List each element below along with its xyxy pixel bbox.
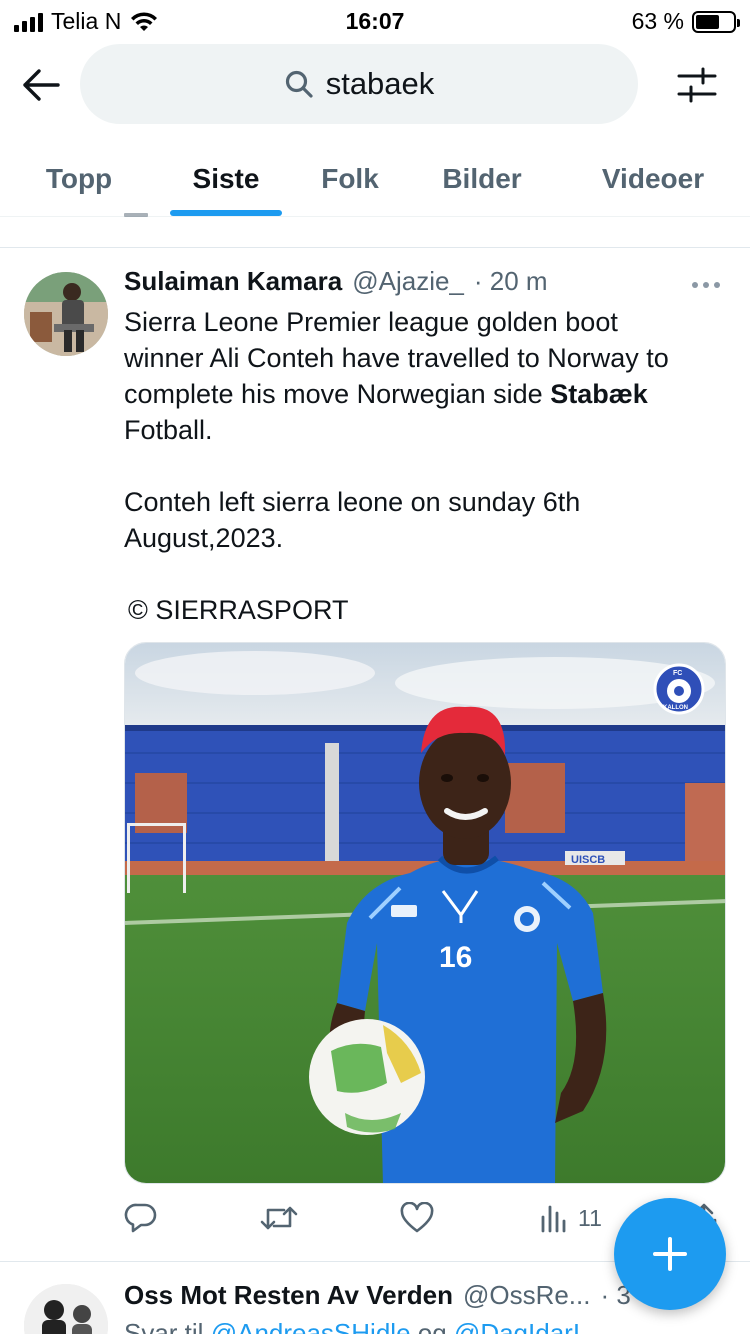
back-button[interactable] bbox=[18, 62, 64, 108]
avatar[interactable] bbox=[24, 1284, 108, 1334]
reply-and: og bbox=[417, 1318, 447, 1334]
mention-link[interactable]: @DagIdarI bbox=[454, 1318, 580, 1334]
reply-prefix: Svar til bbox=[124, 1318, 204, 1334]
tweet-header: Sulaiman Kamara @Ajazie_ · 20 m bbox=[124, 266, 548, 304]
filter-button[interactable] bbox=[674, 62, 720, 108]
tweet-text-span: complete his move Norwegian side bbox=[124, 379, 551, 409]
reply-button[interactable] bbox=[124, 1198, 158, 1238]
heart-icon bbox=[400, 1202, 434, 1233]
tweet-text: Sierra Leone Premier league golden boot … bbox=[124, 304, 724, 628]
tweet-line: complete his move Norwegian side Stabæk bbox=[124, 376, 724, 412]
tweet-blank-line bbox=[124, 556, 724, 592]
tweet-line: winner Ali Conteh have travelled to Norw… bbox=[124, 343, 669, 373]
reply-icon bbox=[124, 1203, 157, 1233]
status-bar: Telia N 16:07 63 % bbox=[0, 0, 750, 42]
search-tabs: Topp Siste Folk Bilder Videoer bbox=[0, 140, 750, 217]
plus-icon bbox=[653, 1237, 687, 1271]
tweet-line: Conteh left sierra leone on sunday 6th bbox=[124, 487, 581, 517]
author-handle[interactable]: @Ajazie_ bbox=[352, 266, 464, 297]
active-tab-indicator bbox=[170, 210, 282, 216]
badge-top-text: FC bbox=[673, 670, 682, 677]
views-count: 11 bbox=[578, 1204, 602, 1231]
compose-tweet-button[interactable] bbox=[614, 1198, 726, 1310]
tweet-line: © SIERRASPORT bbox=[128, 595, 349, 625]
banner-text: UISCB bbox=[571, 854, 605, 866]
more-options-button[interactable] bbox=[692, 278, 724, 292]
like-button[interactable] bbox=[400, 1198, 434, 1238]
author-name[interactable]: Oss Mot Resten Av Verden bbox=[124, 1280, 453, 1311]
battery-percent: 63 % bbox=[631, 8, 684, 34]
author-handle[interactable]: @OssRe... bbox=[463, 1280, 591, 1311]
tab-siste[interactable]: Siste bbox=[170, 140, 282, 217]
avatar[interactable] bbox=[24, 272, 108, 356]
tab-bilder[interactable]: Bilder bbox=[424, 140, 540, 217]
tab-videoer[interactable]: Videoer bbox=[584, 140, 722, 217]
mention-link[interactable]: @AndreasSHidle bbox=[211, 1318, 411, 1334]
author-name[interactable]: Sulaiman Kamara bbox=[124, 266, 342, 297]
search-icon bbox=[285, 70, 313, 98]
tab-folk[interactable]: Folk bbox=[306, 140, 394, 217]
previous-tweet-edge bbox=[124, 213, 148, 217]
highlighted-search-term: Stabæk bbox=[550, 379, 648, 409]
tweet-header: Oss Mot Resten Av Verden @OssRe... · 3 bbox=[124, 1280, 631, 1318]
tweet-time[interactable]: · 20 m bbox=[474, 266, 548, 297]
status-right: 63 % bbox=[631, 8, 740, 35]
search-query: stabaek bbox=[325, 66, 435, 101]
sliders-icon bbox=[677, 67, 717, 103]
divider bbox=[0, 247, 750, 248]
tweet-blank-line bbox=[124, 448, 724, 484]
badge-bottom-text: KALLON bbox=[663, 705, 688, 711]
tweet-line: Fotball. bbox=[124, 415, 213, 445]
arrow-left-icon bbox=[23, 69, 60, 101]
tweet-photo[interactable]: UISCB 16 FC KALLON bbox=[124, 642, 726, 1184]
bar-chart-icon bbox=[541, 1205, 566, 1233]
search-input[interactable]: stabaek bbox=[80, 44, 638, 124]
retweet-button[interactable] bbox=[260, 1198, 298, 1238]
views-button[interactable]: 11 bbox=[540, 1198, 602, 1238]
reply-context: Svar til @AndreasSHidle og @DagIdarI bbox=[124, 1318, 580, 1334]
tweet-line: August,2023. bbox=[124, 523, 284, 553]
battery-icon bbox=[692, 10, 740, 33]
tab-topp[interactable]: Topp bbox=[28, 140, 130, 217]
jersey-number: 16 bbox=[439, 941, 472, 974]
tweet-line: Sierra Leone Premier league golden boot bbox=[124, 307, 618, 337]
retweet-icon bbox=[260, 1206, 298, 1230]
player-photo-illustration: UISCB 16 FC KALLON bbox=[125, 643, 725, 1183]
